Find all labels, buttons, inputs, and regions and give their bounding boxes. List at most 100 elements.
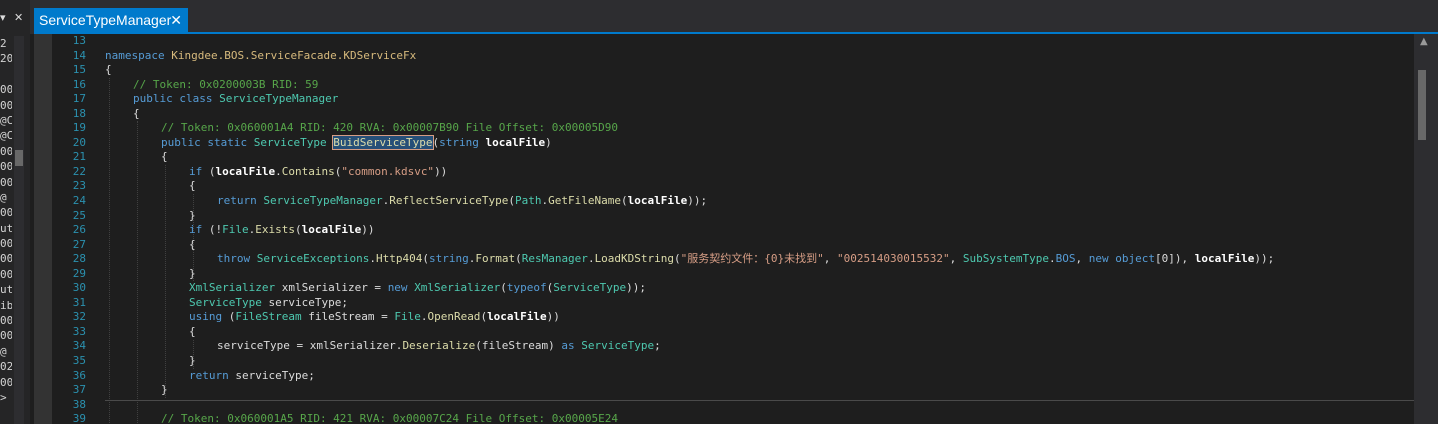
line-number: 33 — [72, 324, 86, 338]
code-line[interactable]: 25} — [34, 209, 1414, 224]
code-token: using — [189, 310, 229, 324]
code-text: } — [189, 354, 196, 369]
code-token[interactable]: XmlSerializer — [189, 281, 282, 294]
left-panel-item[interactable]: @C — [0, 113, 12, 128]
code-token[interactable]: ResManager — [522, 252, 588, 265]
code-token[interactable]: ServiceTypeManager — [263, 194, 382, 207]
tab-strip: ServiceTypeManager ✕ — [30, 0, 1438, 34]
code-token[interactable]: Deserialize — [402, 339, 475, 352]
left-panel-item[interactable]: 00 — [0, 98, 12, 113]
code-token[interactable]: SubSystemType — [963, 252, 1049, 265]
scroll-up-icon[interactable]: ▲ — [1420, 36, 1428, 47]
left-panel-item[interactable]: @ — [0, 344, 12, 359]
code-line[interactable]: 20 public static ServiceType BuidServiceT… — [34, 134, 1414, 151]
code-line[interactable]: 17 public class ServiceTypeManager — [34, 92, 1414, 107]
code-text: } — [189, 267, 196, 282]
code-line[interactable]: 27 { — [34, 238, 1414, 253]
code-line[interactable]: 30 XmlSerializer xmlSerializer = new XmlS… — [34, 281, 1414, 296]
code-token[interactable]: File — [222, 223, 249, 236]
code-line[interactable]: 16 // Token: 0x0200003B RID: 59 — [34, 78, 1414, 93]
code-line[interactable]: 31 ServiceType serviceType; — [34, 296, 1414, 311]
code-token[interactable]: Http404 — [376, 252, 422, 265]
left-panel-item[interactable] — [0, 67, 12, 82]
code-line[interactable]: 18 { — [34, 107, 1414, 122]
code-token[interactable]: File — [394, 310, 421, 323]
code-line[interactable]: 35} — [34, 354, 1414, 369]
scrollbar-thumb[interactable] — [15, 150, 23, 166]
code-line[interactable]: 28 throw ServiceExceptions.Http404(string… — [34, 252, 1414, 267]
code-token[interactable]: ServiceType — [189, 296, 268, 309]
left-panel-item[interactable]: 00 — [0, 175, 12, 190]
code-token: "common.kdsvc" — [341, 164, 435, 178]
code-line[interactable]: 34 serviceType = xmlSerializer.Deserializ… — [34, 339, 1414, 354]
code-token[interactable]: XmlSerializer — [414, 281, 500, 294]
code-token[interactable]: ServiceType — [581, 339, 654, 352]
left-panel-item[interactable]: 00 — [0, 82, 12, 97]
code-line[interactable]: 23 { — [34, 179, 1414, 194]
code-line[interactable]: 29} — [34, 267, 1414, 282]
left-panel-scrollbar[interactable] — [14, 36, 24, 424]
code-line[interactable]: 39 // Token: 0x060001A5 RID: 421 RVA: 0x0… — [34, 412, 1414, 424]
code-token: { — [161, 150, 168, 164]
tab-service-type-manager[interactable]: ServiceTypeManager ✕ — [34, 8, 188, 32]
left-panel-item[interactable]: @ — [0, 190, 12, 205]
scrollbar-thumb[interactable] — [1418, 70, 1426, 140]
code-token: Kingdee.BOS.ServiceFacade.KDServiceFx — [171, 48, 417, 62]
code-line[interactable]: 14 namespace Kingdee.BOS.ServiceFacade.KD… — [34, 49, 1414, 64]
code-line[interactable]: 19 // Token: 0x060001A4 RID: 420 RVA: 0x0… — [34, 121, 1414, 136]
code-token[interactable]: OpenRead — [427, 310, 480, 323]
left-panel-item[interactable]: > — [0, 390, 12, 405]
code-token: xmlSerializer = — [281, 281, 388, 295]
line-number: 36 — [72, 368, 86, 382]
dropdown-icon[interactable]: ▾ — [0, 11, 6, 24]
left-panel-item[interactable]: 00 — [0, 328, 12, 343]
vertical-scrollbar[interactable]: ▲ — [1414, 34, 1438, 424]
code-token[interactable]: ServiceType — [553, 281, 626, 294]
left-panel-item[interactable]: 00 — [0, 267, 12, 282]
left-panel-item[interactable]: 00 — [0, 205, 12, 220]
code-token[interactable]: Contains — [282, 165, 335, 178]
left-panel-item[interactable]: 00 — [0, 375, 12, 390]
code-token: { — [189, 179, 196, 193]
left-panel-item[interactable]: @C — [0, 128, 12, 143]
code-token[interactable]: ServiceType — [254, 136, 333, 149]
code-line[interactable]: 33 { — [34, 325, 1414, 340]
code-token: localFile — [301, 223, 362, 237]
line-number: 35 — [72, 354, 86, 368]
code-text: if (localFile.Contains("common.kdsvc")) — [189, 165, 447, 180]
code-token[interactable]: ServiceExceptions — [257, 252, 370, 265]
left-panel-item[interactable]: 00 — [0, 236, 12, 251]
code-line[interactable]: 13 — [34, 34, 1414, 49]
line-number: 30 — [72, 281, 86, 295]
code-token[interactable]: ServiceTypeManager — [219, 92, 338, 105]
code-line[interactable]: 21 { — [34, 150, 1414, 165]
left-panel-item[interactable]: ib — [0, 298, 12, 313]
left-panel-item[interactable]: 00 — [0, 144, 12, 159]
code-token[interactable]: FileStream — [235, 310, 308, 323]
code-line[interactable]: 22 if (localFile.Contains("common.kdsvc")… — [34, 165, 1414, 180]
tab-close-icon[interactable]: ✕ — [170, 8, 182, 32]
code-token[interactable]: Exists — [255, 223, 295, 236]
code-token[interactable]: BuidServiceType — [332, 134, 434, 150]
left-panel-item[interactable]: 00 — [0, 159, 12, 174]
code-line[interactable]: 37} — [34, 383, 1414, 398]
left-panel-item[interactable]: 02 — [0, 359, 12, 374]
left-panel-item[interactable]: 00 — [0, 313, 12, 328]
code-token[interactable]: ReflectServiceType — [389, 194, 508, 207]
code-line[interactable]: 15 { — [34, 63, 1414, 78]
code-line[interactable]: 36 return serviceType; — [34, 369, 1414, 384]
close-icon[interactable]: ✕ — [14, 11, 23, 24]
left-panel-item[interactable]: ute — [0, 221, 12, 236]
left-panel-item[interactable]: 2 — [0, 36, 12, 51]
code-token[interactable]: LoadKDString — [595, 252, 674, 265]
code-token[interactable]: GetFileName — [548, 194, 621, 207]
code-line[interactable]: 24 return ServiceTypeManager.ReflectServi… — [34, 194, 1414, 209]
code-line[interactable]: 26 if (!File.Exists(localFile)) — [34, 223, 1414, 238]
code-token[interactable]: Path — [515, 194, 542, 207]
code-token[interactable]: Format — [475, 252, 515, 265]
left-panel-item[interactable]: ute — [0, 282, 12, 297]
left-panel-item[interactable]: 00 — [0, 251, 12, 266]
code-line[interactable]: 32 using (FileStream fileStream = File.Op… — [34, 310, 1414, 325]
left-panel-item[interactable]: 20 — [0, 51, 12, 66]
code-editor[interactable]: 13 14 namespace Kingdee.BOS.ServiceFacade.… — [34, 34, 1414, 424]
